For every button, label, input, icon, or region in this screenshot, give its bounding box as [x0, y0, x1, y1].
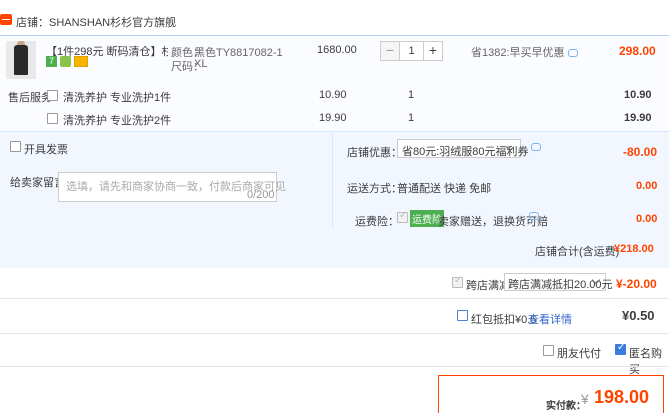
- service-row: 售后服务 清洗养护 专业洗护1件 10.90 1 10.90: [0, 84, 669, 108]
- red-packet-label: 红包抵扣¥0.5: [471, 314, 537, 326]
- qty-minus-button[interactable]: −: [380, 41, 400, 61]
- size-value: XL: [194, 58, 208, 70]
- chat-icon[interactable]: [567, 49, 578, 58]
- service-checkbox[interactable]: [47, 90, 58, 101]
- cross-store-amount: ¥-20.00: [616, 277, 657, 291]
- invoice-label[interactable]: 开具发票: [24, 141, 68, 157]
- insurance-label: 运费险：: [355, 216, 399, 228]
- shop-icon: [0, 14, 12, 25]
- service-price: 10.90: [319, 89, 347, 101]
- divider: [0, 298, 669, 299]
- service-row: 清洗养护 专业洗护2件 19.90 1 19.90: [0, 107, 669, 131]
- service-qty: 1: [408, 89, 415, 101]
- seven-day-return-icon: 7: [46, 56, 57, 67]
- service-total: 19.90: [624, 112, 652, 124]
- product-badges: 7: [46, 56, 88, 67]
- chat-icon[interactable]: [529, 212, 539, 220]
- qty-input[interactable]: 1: [400, 41, 423, 61]
- service-price: 19.90: [319, 112, 347, 124]
- friend-pay-checkbox[interactable]: [543, 345, 554, 356]
- service-name: 清洗养护 专业洗护2件: [63, 115, 172, 127]
- divider: [332, 131, 333, 229]
- credit-card-icon: [74, 56, 88, 67]
- service-checkbox[interactable]: [47, 113, 58, 124]
- shop-name[interactable]: 店铺：SHANSHAN杉杉官方旗舰: [16, 14, 176, 30]
- service-label: 售后服务: [8, 92, 52, 104]
- anonymous-checkbox[interactable]: [615, 342, 626, 355]
- saving-text: 省1382:早买早优惠: [471, 47, 565, 59]
- order-panel: 【1件298元 断码清仓】杉杉男... 7 颜色： 黑色TY8817082-1 …: [0, 35, 669, 268]
- unit-price: 1680.00: [317, 44, 357, 56]
- shipping-amount: 0.00: [636, 180, 658, 192]
- shop-discount-label: 店铺优惠：: [347, 147, 402, 159]
- red-packet-amount: ¥0.50: [622, 308, 655, 323]
- shipping-value: 普通配送 快递 免邮: [397, 183, 492, 195]
- shipping-label: 运送方式：: [347, 183, 402, 195]
- red-packet-details-link[interactable]: 查看详情: [528, 311, 572, 327]
- shop-header: 店铺：SHANSHAN杉杉官方旗舰: [0, 12, 669, 30]
- insurance-checkbox[interactable]: [397, 210, 408, 223]
- chat-icon[interactable]: [531, 143, 541, 151]
- guarantee-icon: [60, 56, 71, 67]
- subtotal-label: 店铺合计(含运费): [535, 246, 620, 258]
- saving-info: 省1382:早买早优惠: [471, 44, 578, 60]
- item-row: 【1件298元 断码清仓】杉杉男... 7 颜色： 黑色TY8817082-1 …: [0, 36, 669, 84]
- subtotal-value: ¥218.00: [614, 243, 654, 255]
- service-name: 清洗养护 专业洗护1件: [63, 92, 172, 104]
- anonymous-label[interactable]: 匿名购买: [629, 345, 669, 377]
- shop-discount-amount: -80.00: [623, 145, 658, 159]
- service-total: 10.90: [624, 89, 652, 101]
- red-packet-checkbox[interactable]: [457, 310, 468, 321]
- payment-label: 实付款：: [546, 401, 586, 412]
- friend-pay-label[interactable]: 朋友代付: [557, 345, 601, 361]
- quantity-stepper: − 1 +: [380, 41, 443, 61]
- payment-currency: ¥: [581, 391, 589, 407]
- cross-store-checkbox[interactable]: [452, 275, 463, 288]
- message-counter: 0/200: [247, 189, 275, 201]
- qty-plus-button[interactable]: +: [423, 41, 443, 61]
- insurance-amount: 0.00: [636, 213, 658, 225]
- service-qty: 1: [408, 112, 415, 124]
- divider: [0, 366, 669, 367]
- product-thumbnail[interactable]: [6, 41, 36, 79]
- item-total: 298.00: [619, 44, 656, 58]
- payment-value: 198.00: [594, 387, 650, 407]
- divider: [0, 333, 669, 334]
- invoice-checkbox[interactable]: [10, 141, 21, 152]
